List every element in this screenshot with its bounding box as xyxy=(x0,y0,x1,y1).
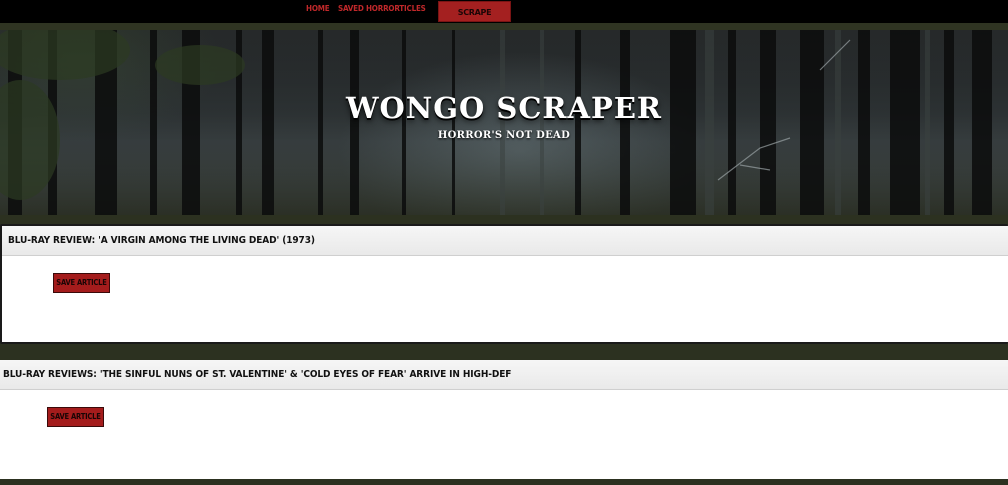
site-tagline: Horror's not dead xyxy=(437,130,571,141)
article-title-link[interactable]: Blu-ray Review: 'A Virgin Among the Livi… xyxy=(8,235,315,247)
article-card: Blu-ray Review: 'A Virgin Among the Livi… xyxy=(0,224,1008,344)
article-card-header: Blu-ray Review: 'A Virgin Among the Livi… xyxy=(2,226,1008,256)
save-article-button[interactable]: Save Article xyxy=(47,407,104,427)
navbar-divider xyxy=(0,23,1008,30)
hero-banner: Wongo Scraper Horror's not dead xyxy=(0,30,1008,215)
article-card-header: Blu-ray Reviews: 'The Sinful Nuns of St.… xyxy=(0,360,1008,390)
nav-saved-horrorticles-link[interactable]: Saved Horrorticles xyxy=(338,3,426,17)
nav-home-link[interactable]: Home xyxy=(306,3,330,17)
article-card: Blu-ray Reviews: 'The Sinful Nuns of St.… xyxy=(0,360,1008,479)
scrape-articles-button[interactable]: Scrape Articles xyxy=(438,1,511,36)
site-title: Wongo Scraper xyxy=(345,91,663,125)
article-title-link[interactable]: Blu-ray Reviews: 'The Sinful Nuns of St.… xyxy=(3,369,511,381)
save-article-button[interactable]: Save Article xyxy=(53,273,110,293)
top-navbar: Home Saved Horrorticles Scrape Articles xyxy=(0,0,1008,36)
